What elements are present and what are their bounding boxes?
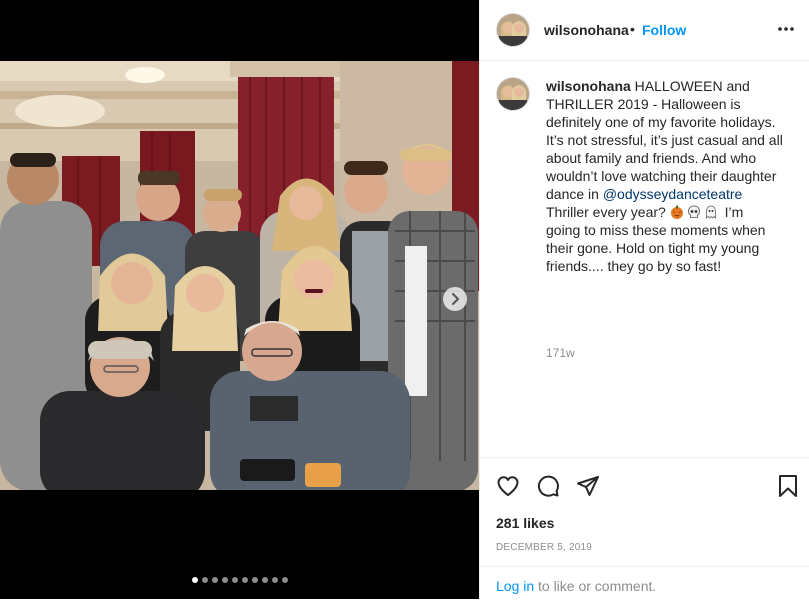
caption-text: Thriller every year? [546,204,670,220]
avatar-image [497,78,529,110]
family-photo-illustration [0,61,479,490]
carousel-dot [241,577,248,583]
caption-text: wouldn’t love watching their daughter [546,168,777,184]
post-media [0,0,479,599]
caption-text: going to miss these moments when [546,222,766,238]
skull-icon [687,205,700,218]
caption-text: definitely one of my favorite holidays. [546,114,776,130]
caption-text: It’s not stressful, it’s just casual and… [546,132,783,148]
save-button[interactable] [776,474,800,503]
avatar[interactable] [497,14,529,46]
carousel-next-button[interactable] [443,287,467,311]
caption-text: I’m [720,204,744,220]
avatar-image [497,14,529,46]
comment-button[interactable] [536,474,560,503]
likes-count[interactable]: 281 likes [496,515,554,531]
heart-icon [497,476,519,496]
login-prompt: Log in to like or comment. [480,566,809,600]
post-photo[interactable] [0,61,479,490]
header-separator: • [630,21,635,37]
caption-text: friends.... they go by so fast! [546,258,722,274]
bookmark-icon [779,475,797,497]
mention-link[interactable]: @odysseydanceteatre [603,186,743,202]
carousel-dot [271,577,278,583]
carousel-dot [281,577,288,583]
caption-text: HALLOWEEN and [630,78,750,94]
post-header: wilsonohana • Follow [480,0,809,61]
carousel-dot [211,577,218,583]
caption-username[interactable]: wilsonohana [546,78,631,94]
caption-text: THRILLER 2019 - Halloween is [546,96,741,112]
post-side-panel: wilsonohana • Follow wilsonohana HALLOWE… [479,0,809,599]
caption-text: about family and friends. And who [546,150,757,166]
share-button[interactable] [576,474,600,503]
carousel-dot [251,577,258,583]
follow-button[interactable]: Follow [642,22,686,38]
caption-area: wilsonohana HALLOWEEN and THRILLER 2019 … [480,61,809,457]
post-actions: 281 likes DECEMBER 5, 2019 Log in to lik… [480,457,809,600]
ghost-icon [705,205,716,219]
login-link[interactable]: Log in [496,578,534,594]
caption-text: dance in [546,186,603,202]
carousel-dot [261,577,268,583]
more-horizontal-icon [778,27,794,31]
jack-o-lantern-icon [670,205,683,219]
carousel-dot [201,577,208,583]
carousel-dot [221,577,228,583]
login-prompt-text: to like or comment. [538,578,657,594]
header-username[interactable]: wilsonohana [544,22,629,38]
carousel-indicators [0,577,479,583]
post-time-ago[interactable]: 171w [546,346,575,360]
like-button[interactable] [496,474,520,503]
caption-avatar[interactable] [497,78,529,110]
post-caption: wilsonohana HALLOWEEN and THRILLER 2019 … [546,77,796,275]
comment-icon [537,475,559,497]
paper-plane-icon [577,476,599,496]
carousel-dot [191,577,198,583]
more-options-button[interactable] [776,18,796,38]
carousel-dot [231,577,238,583]
chevron-right-icon [452,293,459,305]
caption-text: their gone. Hold on tight my young [546,240,760,256]
post-date[interactable]: DECEMBER 5, 2019 [496,542,592,553]
